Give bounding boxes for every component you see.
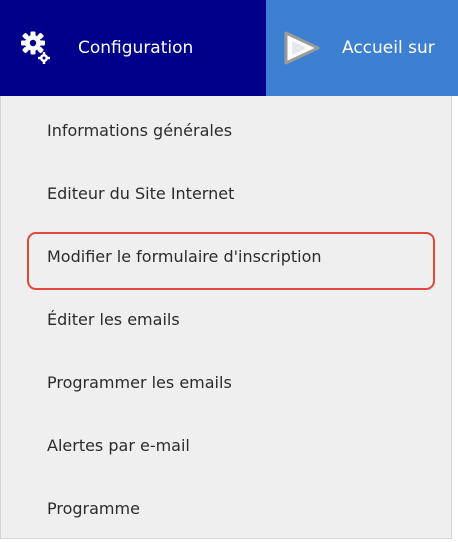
configuration-tab[interactable]: Configuration [0,0,266,96]
top-navigation-bar: Configuration Accueil sur [0,0,458,96]
home-tab-label: Accueil sur [342,38,435,58]
menu-item-schedule-emails[interactable]: Programmer les emails [1,358,451,406]
configuration-tab-label: Configuration [78,38,194,58]
configuration-dropdown-menu: Informations générales Editeur du Site I… [0,96,452,539]
gear-icon [20,31,50,65]
menu-item-edit-registration-form[interactable]: Modifier le formulaire d'inscription [1,232,451,280]
menu-item-edit-emails[interactable]: Éditer les emails [1,295,451,343]
menu-item-general-information[interactable]: Informations générales [1,106,451,154]
menu-item-program[interactable]: Programme [1,484,451,532]
home-tab[interactable]: Accueil sur [266,0,458,96]
play-icon [280,30,322,66]
menu-item-website-editor[interactable]: Editeur du Site Internet [1,169,451,217]
menu-item-email-alerts[interactable]: Alertes par e-mail [1,421,451,469]
